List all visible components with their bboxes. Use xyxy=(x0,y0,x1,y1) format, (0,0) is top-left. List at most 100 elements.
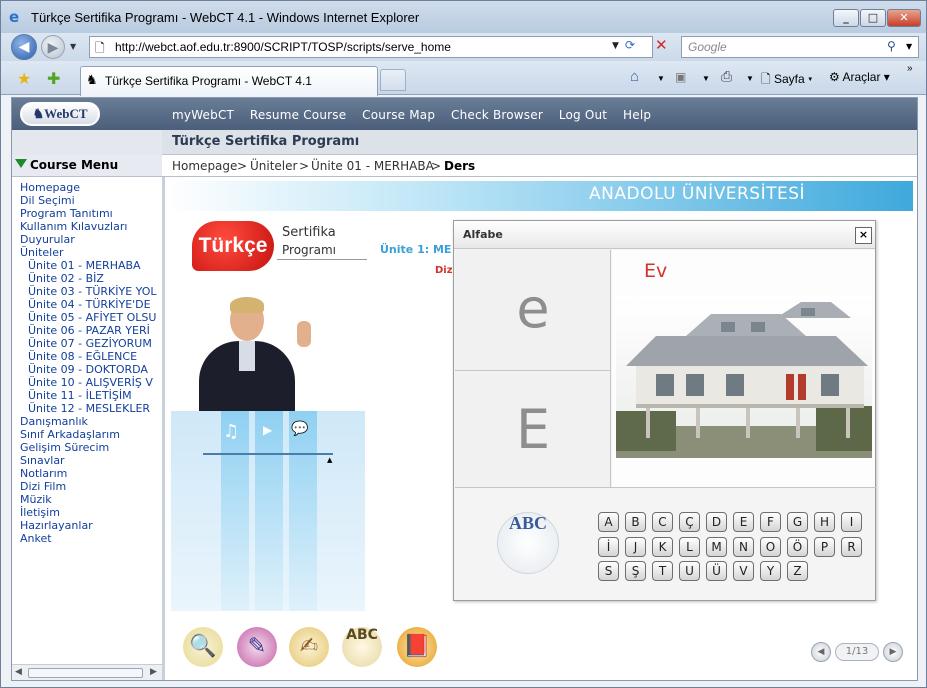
menu-subitem[interactable]: Ünite 01 - MERHABA xyxy=(28,259,141,272)
print-dropdown-icon[interactable]: ▼ xyxy=(746,74,754,83)
feeds-dropdown-icon[interactable]: ▼ xyxy=(702,74,710,83)
letter-key[interactable]: Ş xyxy=(625,561,646,581)
menu-subitem[interactable]: Ünite 08 - EĞLENCE xyxy=(28,350,137,363)
menu-subitem[interactable]: Ünite 09 - DOKTORDA xyxy=(28,363,148,376)
letter-key[interactable]: R xyxy=(841,537,862,557)
minimize-button[interactable]: _ xyxy=(833,9,859,27)
nav-help[interactable]: Help xyxy=(623,108,651,122)
breadcrumb-uniteler[interactable]: Üniteler xyxy=(250,159,297,173)
forward-button[interactable]: ▶ xyxy=(41,35,65,59)
menu-subitem[interactable]: Ünite 10 - ALIŞVERİŞ V xyxy=(28,376,153,389)
webct-logo[interactable]: ♞WebCT xyxy=(20,102,100,126)
letter-key[interactable]: E xyxy=(733,512,754,532)
address-dropdown-icon[interactable]: ▼ xyxy=(612,41,619,51)
letter-key[interactable]: İ xyxy=(598,537,619,557)
letter-key[interactable]: H xyxy=(814,512,835,532)
pens-tool-icon[interactable]: ✎ xyxy=(237,627,277,667)
menu-subitem[interactable]: Ünite 03 - TÜRKİYE YOL xyxy=(28,285,157,298)
music-note-icon[interactable]: ♫ xyxy=(223,421,239,442)
menu-item[interactable]: Anket xyxy=(20,532,52,545)
maximize-button[interactable]: □ xyxy=(860,9,886,27)
menu-item[interactable]: Dil Seçimi xyxy=(20,194,75,207)
menu-subitem[interactable]: Ünite 11 - İLETİŞİM xyxy=(28,389,132,402)
menu-subitem[interactable]: Ünite 05 - AFİYET OLSU xyxy=(28,311,156,324)
scroll-right-icon[interactable]: ▶ xyxy=(150,667,157,677)
letter-key[interactable]: Ü xyxy=(706,561,727,581)
breadcrumb-unite-01[interactable]: Ünite 01 - MERHABA xyxy=(311,159,434,173)
letter-key[interactable]: B xyxy=(625,512,646,532)
menu-subitem[interactable]: Ünite 02 - BİZ xyxy=(28,272,104,285)
previous-page-button[interactable]: ◀ xyxy=(811,642,831,662)
menu-subitem[interactable]: Ünite 04 - TÜRKİYE'DE xyxy=(28,298,151,311)
letter-key[interactable]: C xyxy=(652,512,673,532)
stop-icon[interactable]: ✕ xyxy=(655,36,668,54)
letter-key[interactable]: I xyxy=(841,512,862,532)
menu-subitem[interactable]: Ünite 12 - MESLEKLER xyxy=(28,402,150,415)
letter-key[interactable]: U xyxy=(679,561,700,581)
breadcrumb-homepage[interactable]: Homepage xyxy=(172,159,237,173)
menu-item[interactable]: Duyurular xyxy=(20,233,75,246)
alfabe-close-button[interactable]: × xyxy=(855,227,872,244)
menu-item[interactable]: Kullanım Kılavuzları xyxy=(20,220,127,233)
nav-check-browser[interactable]: Check Browser xyxy=(451,108,543,122)
notepad-tool-icon[interactable]: ✍ xyxy=(289,627,329,667)
menu-item[interactable]: Program Tanıtımı xyxy=(20,207,113,220)
magnifier-tool-icon[interactable]: 🔍 xyxy=(183,627,223,667)
letter-key[interactable]: V xyxy=(733,561,754,581)
letter-key[interactable]: A xyxy=(598,512,619,532)
search-input[interactable]: Google xyxy=(688,40,727,54)
menu-item[interactable]: Üniteler xyxy=(20,246,64,259)
letter-key[interactable]: P xyxy=(814,537,835,557)
menu-item[interactable]: Sınavlar xyxy=(20,454,65,467)
more-commands-chevron-icon[interactable]: » xyxy=(907,63,913,74)
speech-bubble-icon[interactable]: 💬 xyxy=(291,421,308,437)
search-options-dropdown-icon[interactable]: ▼ xyxy=(906,42,912,51)
feeds-icon[interactable]: ▣ xyxy=(675,70,686,84)
alfabe-header[interactable]: Alfabe × xyxy=(454,221,875,249)
letter-key[interactable]: N xyxy=(733,537,754,557)
nav-course-map[interactable]: Course Map xyxy=(362,108,435,122)
letter-key[interactable]: Ö xyxy=(787,537,808,557)
menu-horizontal-scrollbar[interactable]: ◀ ▶ xyxy=(12,664,162,680)
letter-key[interactable]: L xyxy=(679,537,700,557)
frame-divider[interactable] xyxy=(162,177,165,680)
letter-key[interactable]: Ç xyxy=(679,512,700,532)
letter-key[interactable]: T xyxy=(652,561,673,581)
address-bar[interactable]: 🗋 http://webct.aof.edu.tr:8900/SCRIPT/TO… xyxy=(89,36,653,58)
add-favorites-icon[interactable]: ✚ xyxy=(47,69,60,88)
nav-mywebct[interactable]: myWebCT xyxy=(172,108,234,122)
menu-item[interactable]: Danışmanlık xyxy=(20,415,88,428)
letter-key[interactable]: M xyxy=(706,537,727,557)
letter-key[interactable]: F xyxy=(760,512,781,532)
home-icon[interactable]: ⌂ xyxy=(630,68,639,85)
menu-subitem[interactable]: Ünite 06 - PAZAR YERİ xyxy=(28,324,150,337)
recent-pages-dropdown-icon[interactable]: ▼ xyxy=(70,42,76,51)
tools-menu-button[interactable]: ⚙ Araçlar ▾ xyxy=(829,70,890,84)
page-menu-button[interactable]: 🗋 Sayfa ▾ xyxy=(761,70,812,91)
close-window-button[interactable]: ✕ xyxy=(887,9,921,27)
browser-tab[interactable]: ♞ Türkçe Sertifika Programı - WebCT 4.1 xyxy=(80,66,378,96)
back-button[interactable]: ◀ xyxy=(11,34,37,60)
scroll-left-icon[interactable]: ◀ xyxy=(15,667,22,677)
menu-subitem[interactable]: Ünite 07 - GEZİYORUM xyxy=(28,337,152,350)
letter-key[interactable]: G xyxy=(787,512,808,532)
menu-item[interactable]: Gelişim Sürecim xyxy=(20,441,109,454)
letter-key[interactable]: Z xyxy=(787,561,808,581)
menu-item[interactable]: Müzik xyxy=(20,493,52,506)
play-icon[interactable]: ▶ xyxy=(263,423,272,437)
menu-item[interactable]: Hazırlayanlar xyxy=(20,519,93,532)
home-dropdown-icon[interactable]: ▼ xyxy=(657,74,665,83)
course-menu-header[interactable]: Course Menu xyxy=(12,155,162,177)
letter-key[interactable]: D xyxy=(706,512,727,532)
letter-key[interactable]: Y xyxy=(760,561,781,581)
address-url[interactable]: http://webct.aof.edu.tr:8900/SCRIPT/TOSP… xyxy=(115,40,451,54)
favorites-star-icon[interactable]: ★ xyxy=(17,69,31,88)
printer-icon[interactable]: ⎙ xyxy=(721,68,732,85)
next-page-button[interactable]: ▶ xyxy=(883,642,903,662)
player-slider[interactable] xyxy=(203,453,333,455)
menu-item[interactable]: Homepage xyxy=(20,181,80,194)
nav-log-out[interactable]: Log Out xyxy=(559,108,607,122)
letter-key[interactable]: J xyxy=(625,537,646,557)
search-box[interactable]: Google ⚲ ▼ xyxy=(681,36,919,58)
scrollbar-thumb[interactable] xyxy=(28,668,143,678)
